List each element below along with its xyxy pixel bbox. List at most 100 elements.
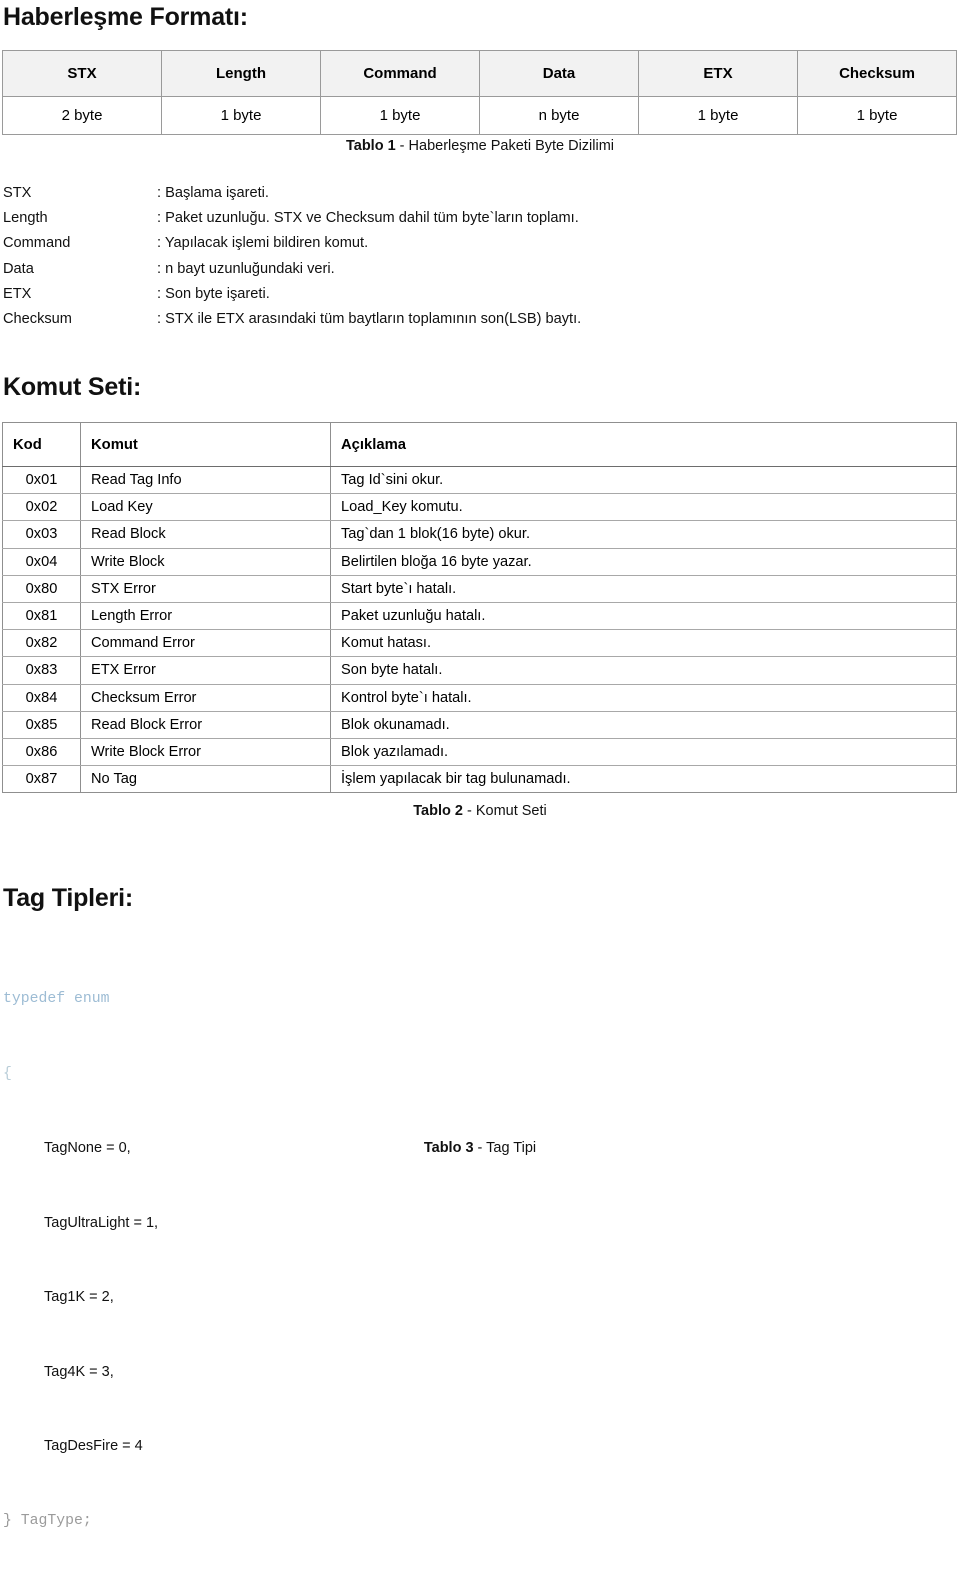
cell-komut: Write Block Error bbox=[80, 738, 331, 767]
cell-kod: 0x87 bbox=[2, 765, 81, 793]
definition-term: Length bbox=[3, 210, 48, 227]
caption-text: Tag Tipi bbox=[486, 1140, 537, 1156]
document-page: Haberleşme Formatı: STX Length Command D… bbox=[0, 0, 960, 1529]
cell-command-size: 1 byte bbox=[320, 96, 480, 135]
command-set-table-wrapper: Kod Komut Açıklama 0x01 Read Tag Info Ta… bbox=[0, 422, 960, 794]
code-line-open-brace: { bbox=[3, 1061, 603, 1087]
col-header-komut: Komut bbox=[80, 422, 331, 467]
packet-format-table: STX Length Command Data ETX Checksum 2 b… bbox=[2, 50, 957, 135]
cell-komut: ETX Error bbox=[80, 656, 331, 685]
table-header-row: STX Length Command Data ETX Checksum bbox=[2, 50, 957, 97]
command-set-table: Kod Komut Açıklama 0x01 Read Tag Info Ta… bbox=[2, 422, 957, 794]
cell-aciklama: Tag Id`sini okur. bbox=[330, 466, 957, 495]
cell-kod: 0x02 bbox=[2, 493, 81, 522]
table-row: 0x03 Read Block Tag`dan 1 blok(16 byte) … bbox=[2, 520, 957, 549]
cell-aciklama: Load_Key komutu. bbox=[330, 493, 957, 522]
table-row: 0x83 ETX Error Son byte hatalı. bbox=[2, 656, 957, 685]
caption-label: Tablo 1 bbox=[345, 138, 396, 154]
cell-kod: 0x01 bbox=[2, 466, 81, 495]
table-row: 0x85 Read Block Error Blok okunamadı. bbox=[2, 711, 957, 739]
caption-tablo-2: Tablo 2 - Komut Seti bbox=[0, 802, 960, 821]
code-line-member: Tag1K = 2, bbox=[3, 1285, 603, 1310]
definition-term: Command bbox=[3, 235, 71, 252]
definition-row-data: Data : n bayt uzunluğundaki veri. bbox=[0, 257, 960, 282]
col-header-checksum: Checksum bbox=[797, 50, 957, 97]
caption-tablo-1: Tablo 1 - Haberleşme Paketi Byte Dizilim… bbox=[0, 137, 960, 156]
definition-description: : n bayt uzunluğundaki veri. bbox=[157, 260, 335, 277]
code-enum-member: TagUltraLight = 1, bbox=[44, 1214, 159, 1231]
col-header-length: Length bbox=[161, 50, 321, 97]
cell-kod: 0x85 bbox=[2, 711, 81, 739]
cell-aciklama: İşlem yapılacak bir tag bulunamadı. bbox=[330, 765, 957, 793]
cell-komut: Write Block bbox=[80, 548, 331, 576]
definition-row-etx: ETX : Son byte işareti. bbox=[0, 282, 960, 307]
col-header-stx: STX bbox=[2, 50, 162, 97]
heading-tag-types: Tag Tipleri: bbox=[3, 884, 134, 912]
cell-komut: Read Block Error bbox=[80, 711, 331, 739]
cell-aciklama: Belirtilen bloğa 16 byte yazar. bbox=[330, 548, 957, 576]
code-line-member: TagUltraLight = 1, bbox=[3, 1211, 603, 1236]
code-line-member: Tag4K = 3, bbox=[3, 1360, 603, 1385]
col-header-aciklama: Açıklama bbox=[330, 422, 957, 467]
code-line-close: } TagType; bbox=[3, 1508, 603, 1534]
cell-kod: 0x83 bbox=[2, 656, 81, 685]
cell-aciklama: Blok okunamadı. bbox=[330, 711, 957, 739]
table-row: 2 byte 1 byte 1 byte n byte 1 byte 1 byt… bbox=[2, 96, 957, 135]
definition-row-length: Length : Paket uzunluğu. STX ve Checksum… bbox=[0, 206, 960, 231]
code-enum-member: Tag4K = 3, bbox=[44, 1363, 114, 1380]
heading-packet-format: Haberleşme Formatı: bbox=[3, 3, 248, 31]
cell-komut: Read Tag Info bbox=[80, 466, 331, 495]
definition-row-command: Command : Yapılacak işlemi bildiren komu… bbox=[0, 231, 960, 256]
cell-komut: Load Key bbox=[80, 493, 331, 522]
caption-separator: - bbox=[473, 1140, 487, 1156]
code-close-statement: } TagType; bbox=[3, 1513, 92, 1530]
cell-kod: 0x81 bbox=[2, 602, 81, 631]
cell-etx-size: 1 byte bbox=[638, 96, 798, 135]
cell-data-size: n byte bbox=[479, 96, 639, 135]
table-row: 0x01 Read Tag Info Tag Id`sini okur. bbox=[2, 466, 957, 495]
col-header-command: Command bbox=[320, 50, 480, 97]
table-header-row: Kod Komut Açıklama bbox=[2, 422, 957, 467]
cell-komut: Command Error bbox=[80, 629, 331, 658]
code-keyword-typedef-enum: typedef enum bbox=[3, 990, 110, 1007]
definition-term: Data bbox=[3, 260, 34, 277]
cell-kod: 0x82 bbox=[2, 629, 81, 658]
code-line-typedef: typedef enum bbox=[3, 986, 603, 1012]
cell-kod: 0x03 bbox=[2, 520, 81, 549]
table-row: 0x86 Write Block Error Blok yazılamadı. bbox=[2, 738, 957, 767]
caption-label: Tablo 3 bbox=[423, 1140, 474, 1156]
table-row: 0x04 Write Block Belirtilen bloğa 16 byt… bbox=[2, 548, 957, 576]
cell-komut: Checksum Error bbox=[80, 684, 331, 712]
cell-kod: 0x80 bbox=[2, 575, 81, 603]
col-header-etx: ETX bbox=[638, 50, 798, 97]
caption-separator: - bbox=[395, 138, 409, 154]
code-open-brace: { bbox=[3, 1065, 12, 1082]
caption-label: Tablo 2 bbox=[413, 803, 463, 819]
col-header-kod: Kod bbox=[2, 422, 81, 467]
cell-checksum-size: 1 byte bbox=[797, 96, 957, 135]
cell-aciklama: Komut hatası. bbox=[330, 629, 957, 658]
cell-aciklama: Son byte hatalı. bbox=[330, 656, 957, 685]
definition-description: : Son byte işareti. bbox=[157, 285, 270, 302]
caption-text: Haberleşme Paketi Byte Dizilimi bbox=[408, 138, 615, 154]
definition-row-checksum: Checksum : STX ile ETX arasındaki tüm ba… bbox=[0, 307, 960, 332]
cell-aciklama: Kontrol byte`ı hatalı. bbox=[330, 684, 957, 712]
table-row: 0x84 Checksum Error Kontrol byte`ı hatal… bbox=[2, 684, 957, 712]
cell-komut: STX Error bbox=[80, 575, 331, 603]
definition-term: STX bbox=[3, 185, 32, 201]
definition-description: : Paket uzunluğu. STX ve Checksum dahil … bbox=[157, 210, 579, 227]
definition-term: ETX bbox=[3, 285, 32, 302]
caption-tablo-3: Tablo 3 - Tag Tipi bbox=[0, 1139, 960, 1158]
code-line-member: TagDesFire = 4 bbox=[3, 1434, 603, 1459]
cell-komut: Read Block bbox=[80, 520, 331, 549]
caption-separator: - bbox=[462, 803, 476, 819]
definition-row-stx: STX : Başlama işareti. bbox=[0, 181, 960, 206]
table-row: 0x02 Load Key Load_Key komutu. bbox=[2, 493, 957, 522]
packet-field-definitions: STX : Başlama işareti. Length : Paket uz… bbox=[0, 181, 960, 332]
cell-aciklama: Start byte`ı hatalı. bbox=[330, 575, 957, 603]
command-set-table-body: 0x01 Read Tag Info Tag Id`sini okur. 0x0… bbox=[2, 466, 957, 793]
definition-description: : STX ile ETX arasındaki tüm baytların t… bbox=[157, 311, 582, 328]
code-enum-member: TagDesFire = 4 bbox=[44, 1437, 143, 1454]
cell-kod: 0x86 bbox=[2, 738, 81, 767]
cell-length-size: 1 byte bbox=[161, 96, 321, 135]
